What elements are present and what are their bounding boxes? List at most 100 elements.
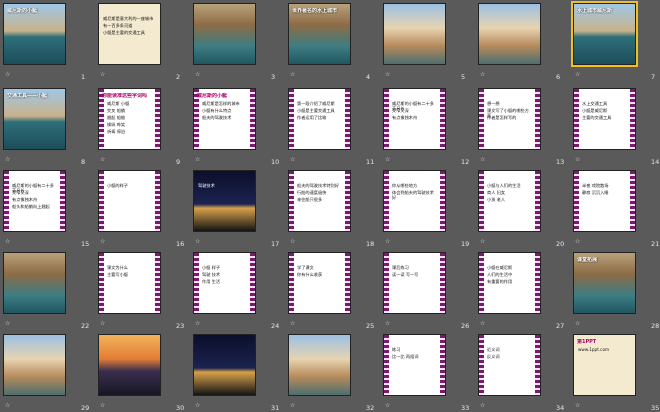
slide-thumbnail-18[interactable]: 船夫的驾驶技术特别好 行船的速度极快 来往船只很多 bbox=[288, 170, 351, 232]
transition-star-icon[interactable]: ☆ bbox=[575, 320, 580, 327]
slide-thumbnail-7[interactable]: 水上城市威尼斯 bbox=[571, 1, 638, 67]
slide-thumbnail-1[interactable]: 威尼斯的小艇 bbox=[3, 3, 66, 65]
transition-star-icon[interactable]: ☆ bbox=[100, 238, 105, 245]
slide-thumbnail-22[interactable] bbox=[3, 252, 66, 314]
slide-number: 29 bbox=[81, 404, 90, 412]
slide-title: 课堂拓展 bbox=[577, 257, 598, 263]
slide-thumbnail-24[interactable]: 小艇 样子 驾驶 技术 作用 生活 bbox=[193, 252, 256, 314]
slide-text-line: 交叉 船艄 bbox=[107, 108, 126, 113]
slide-number: 34 bbox=[556, 404, 565, 412]
slide-thumbnail-21[interactable]: 半夜 戏院散场 静寂 沉沉入睡 bbox=[573, 170, 636, 232]
transition-star-icon[interactable]: ☆ bbox=[5, 238, 10, 245]
slide-thumbnail-10[interactable]: 威尼斯的小艇 威尼斯是怎样的城市 小艇有什么特点 船夫的驾驶技术 bbox=[193, 88, 256, 150]
slide-number: 4 bbox=[366, 73, 371, 81]
transition-star-icon[interactable]: ☆ bbox=[195, 156, 200, 163]
transition-star-icon[interactable]: ☆ bbox=[5, 402, 10, 409]
transition-star-icon[interactable]: ☆ bbox=[100, 156, 105, 163]
transition-star-icon[interactable]: ☆ bbox=[100, 402, 105, 409]
slide-text-line: 主要写小艇 bbox=[107, 272, 128, 277]
slide-thumbnail-3[interactable] bbox=[193, 3, 256, 65]
slide-thumbnail-26[interactable]: 课后练习 读一读 写一写 bbox=[383, 252, 446, 314]
slide-number: 21 bbox=[651, 240, 660, 248]
slide-thumbnail-30[interactable] bbox=[98, 334, 161, 396]
slide-number: 12 bbox=[461, 158, 470, 166]
slide-thumbnail-20[interactable]: 小艇与人们的生活 商人 妇女 小孩 老人 bbox=[478, 170, 541, 232]
slide-text-line: 练习 bbox=[392, 347, 401, 352]
transition-star-icon[interactable]: ☆ bbox=[385, 320, 390, 327]
transition-star-icon[interactable]: ☆ bbox=[290, 238, 295, 245]
slide-number: 9 bbox=[176, 158, 181, 166]
slide-thumbnail-13[interactable]: 想一想 课文写了小艇的哪些方面 作者是怎样写的 bbox=[478, 88, 541, 150]
transition-star-icon[interactable]: ☆ bbox=[290, 156, 295, 163]
slide-text-line: 比一比 再组词 bbox=[392, 354, 419, 359]
transition-star-icon[interactable]: ☆ bbox=[5, 156, 10, 163]
transition-star-icon[interactable]: ☆ bbox=[575, 71, 580, 78]
slide-text-line: 驾驶技术 bbox=[198, 183, 215, 188]
transition-star-icon[interactable]: ☆ bbox=[480, 320, 485, 327]
transition-star-icon[interactable]: ☆ bbox=[195, 402, 200, 409]
slide-thumbnail-9[interactable]: 你能读准这些字词吗 威尼斯 小艇 交叉 船艄 翘起 船舱 操纵 哗笑 祈祷 停泊 bbox=[98, 88, 161, 150]
slide-text-line: 有一百多条河道 bbox=[103, 23, 133, 28]
slide-thumbnail-32[interactable] bbox=[288, 334, 351, 396]
transition-star-icon[interactable]: ☆ bbox=[480, 71, 485, 78]
transition-star-icon[interactable]: ☆ bbox=[100, 320, 105, 327]
slide-text-line: 你从哪些地方 bbox=[392, 183, 418, 188]
slide-text-line: 小艇与人们的生活 bbox=[487, 183, 521, 188]
slide-number: 1 bbox=[81, 73, 86, 81]
slide-thumbnail-33[interactable]: 练习 比一比 再组词 bbox=[383, 334, 446, 396]
slide-thumbnail-28[interactable]: 课堂拓展 bbox=[573, 252, 636, 314]
slide-thumbnail-4[interactable]: 世界著名的水上城市 bbox=[288, 3, 351, 65]
transition-star-icon[interactable]: ☆ bbox=[195, 320, 200, 327]
transition-star-icon[interactable]: ☆ bbox=[385, 238, 390, 245]
slide-text-line: 有点像独木舟 bbox=[12, 197, 38, 202]
slide-thumbnail-12[interactable]: 威尼斯的小艇有二十多英尺长 又窄又深 有点像独木舟 bbox=[383, 88, 446, 150]
slide-thumbnail-27[interactable]: 小艇在威尼斯 人们的生活中 有重要的作用 bbox=[478, 252, 541, 314]
slide-thumbnail-5[interactable] bbox=[383, 3, 446, 65]
transition-star-icon[interactable]: ☆ bbox=[100, 71, 105, 78]
slide-thumbnail-2[interactable]: 威尼斯是意大利的一座城市 有一百多条河道 小艇是主要的交通工具 bbox=[98, 3, 161, 65]
slide-number: 16 bbox=[176, 240, 185, 248]
transition-star-icon[interactable]: ☆ bbox=[480, 402, 485, 409]
transition-star-icon[interactable]: ☆ bbox=[480, 156, 485, 163]
transition-star-icon[interactable]: ☆ bbox=[195, 238, 200, 245]
slide-number: 22 bbox=[81, 322, 90, 330]
slide-thumbnail-17[interactable]: 驾驶技术 bbox=[193, 170, 256, 232]
transition-star-icon[interactable]: ☆ bbox=[480, 238, 485, 245]
transition-star-icon[interactable]: ☆ bbox=[385, 402, 390, 409]
slide-thumbnail-6[interactable] bbox=[478, 3, 541, 65]
slide-text-line: 小孩 老人 bbox=[487, 197, 506, 202]
transition-star-icon[interactable]: ☆ bbox=[575, 238, 580, 245]
slide-text-line: 小艇 样子 bbox=[202, 265, 221, 270]
transition-star-icon[interactable]: ☆ bbox=[5, 71, 10, 78]
transition-star-icon[interactable]: ☆ bbox=[385, 71, 390, 78]
transition-star-icon[interactable]: ☆ bbox=[290, 320, 295, 327]
slide-thumbnail-14[interactable]: 水上交通工具 小艇是威尼斯 主要的交通工具 bbox=[573, 88, 636, 150]
slide-text-line: 静寂 沉沉入睡 bbox=[582, 190, 609, 195]
slide-text-line: 小艇是主要交通工具 bbox=[297, 108, 335, 113]
slide-thumbnail-29[interactable] bbox=[3, 334, 66, 396]
slide-thumbnail-19[interactable]: 你从哪些地方 体会到船夫的驾驶技术好 bbox=[383, 170, 446, 232]
slide-number: 27 bbox=[556, 322, 565, 330]
transition-star-icon[interactable]: ☆ bbox=[290, 71, 295, 78]
slide-thumbnail-35[interactable]: 第1PPT www.1ppt.com bbox=[573, 334, 636, 396]
slide-text-line: 第一段介绍了威尼斯 bbox=[297, 101, 335, 106]
transition-star-icon[interactable]: ☆ bbox=[385, 156, 390, 163]
slide-thumbnail-34[interactable]: 近义词 反义词 bbox=[478, 334, 541, 396]
slide-thumbnail-8[interactable]: 交通工具——小艇 bbox=[3, 88, 66, 150]
slide-thumbnail-31[interactable] bbox=[193, 334, 256, 396]
transition-star-icon[interactable]: ☆ bbox=[195, 71, 200, 78]
slide-number: 10 bbox=[271, 158, 280, 166]
slide-text-line: 课文为什么 bbox=[107, 265, 128, 270]
slide-thumbnail-11[interactable]: 第一段介绍了威尼斯 小艇是主要交通工具 作者运用了比喻 bbox=[288, 88, 351, 150]
slide-text-line: 人们的生活中 bbox=[487, 272, 513, 277]
slide-thumbnail-15[interactable]: 威尼斯的小艇有二十多英尺长 又窄又深 有点像独木舟 船头和船艄向上翘起 bbox=[3, 170, 66, 232]
slide-thumbnail-23[interactable]: 课文为什么主要写小艇 bbox=[98, 252, 161, 314]
slide-thumbnail-16[interactable]: 小艇的样子 bbox=[98, 170, 161, 232]
slide-text-line: 又窄又深 bbox=[392, 108, 409, 113]
transition-star-icon[interactable]: ☆ bbox=[5, 320, 10, 327]
transition-star-icon[interactable]: ☆ bbox=[575, 156, 580, 163]
transition-star-icon[interactable]: ☆ bbox=[290, 402, 295, 409]
transition-star-icon[interactable]: ☆ bbox=[575, 402, 580, 409]
slide-thumbnail-25[interactable]: 学了课文 你有什么收获 bbox=[288, 252, 351, 314]
slide-text-line: 船夫的驾驶技术 bbox=[202, 115, 232, 120]
